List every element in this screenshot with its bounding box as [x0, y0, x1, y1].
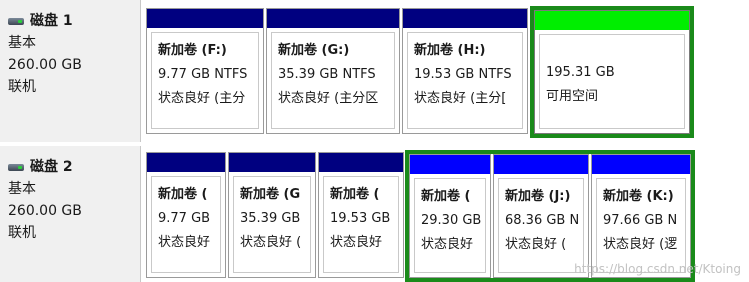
partition-status: 状态良好 ( — [505, 237, 567, 252]
partition-size: 19.53 GB — [330, 211, 391, 226]
partition-bar — [494, 155, 588, 174]
partition-size: 29.30 GB — [421, 213, 482, 228]
partition-status: 状态良好 — [158, 235, 211, 250]
partition-bar — [229, 153, 315, 172]
disk-1-label[interactable]: 磁盘 1 基本 260.00 GB 联机 — [0, 0, 141, 142]
free-size: 195.31 GB — [546, 65, 615, 80]
partition-status: 状态良好 — [421, 237, 474, 252]
partition-status: 状态良好 (主分[ — [414, 91, 507, 106]
partition-bar — [410, 155, 490, 174]
disk-title: 磁盘 2 — [30, 159, 73, 175]
disk-row-1: 磁盘 1 基本 260.00 GB 联机 新加卷 (F:) 9.77 GB NT… — [0, 0, 749, 142]
partition-size: 35.39 GB NTFS — [278, 67, 376, 82]
partition-f[interactable]: 新加卷 (F:) 9.77 GB NTFS 状态良好 (主分 — [146, 8, 264, 134]
disk-type: 基本 — [8, 181, 36, 197]
disk-title: 磁盘 1 — [30, 13, 73, 29]
partition-bar — [319, 153, 403, 172]
partition-name: 新加卷 (K:) — [603, 189, 674, 204]
partition-name: 新加卷 (G:) — [278, 43, 350, 58]
partition-h[interactable]: 新加卷 (H:) 19.53 GB NTFS 状态良好 (主分[ — [402, 8, 528, 134]
partition-logical-1[interactable]: 新加卷 ( 29.30 GB 状态良好 — [409, 154, 491, 278]
partition-size: 97.66 GB N — [603, 213, 678, 228]
partition-primary-2[interactable]: 新加卷 (G 35.39 GB 状态良好 ( — [228, 152, 316, 278]
partition-name: 新加卷 ( — [330, 187, 380, 202]
watermark: https://blog.csdn.net/Ktoing — [574, 262, 741, 276]
partition-status: 状态良好 (主分区 — [278, 91, 379, 106]
unallocated-space[interactable]: 195.31 GB 可用空间 — [534, 10, 690, 134]
free-bar — [535, 11, 689, 30]
disk-size: 260.00 GB — [8, 57, 82, 73]
partition-size: 68.36 GB N — [505, 213, 580, 228]
partition-k[interactable]: 新加卷 (K:) 97.66 GB N 状态良好 (逻 — [591, 154, 691, 278]
partition-status: 状态良好 ( — [240, 235, 302, 250]
partition-bar — [147, 153, 225, 172]
partition-g[interactable]: 新加卷 (G:) 35.39 GB NTFS 状态良好 (主分区 — [266, 8, 400, 134]
partition-name: 新加卷 ( — [421, 189, 471, 204]
partition-bar — [267, 9, 399, 28]
partition-primary-1[interactable]: 新加卷 ( 9.77 GB 状态良好 — [146, 152, 226, 278]
disk-icon — [8, 163, 24, 171]
disk-status: 联机 — [8, 79, 36, 95]
partition-primary-3[interactable]: 新加卷 ( 19.53 GB 状态良好 — [318, 152, 404, 278]
disk-type: 基本 — [8, 35, 36, 51]
free-label: 可用空间 — [546, 89, 599, 104]
partition-status: 状态良好 (主分 — [158, 91, 246, 106]
partition-size: 35.39 GB — [240, 211, 301, 226]
partition-j[interactable]: 新加卷 (J:) 68.36 GB N 状态良好 ( — [493, 154, 589, 278]
disk-size: 260.00 GB — [8, 203, 82, 219]
disk-icon — [8, 17, 24, 25]
partition-status: 状态良好 (逻 — [603, 237, 678, 252]
partition-size: 19.53 GB NTFS — [414, 67, 512, 82]
disk-status: 联机 — [8, 225, 36, 241]
partition-size: 9.77 GB NTFS — [158, 67, 248, 82]
partition-name: 新加卷 (J:) — [505, 189, 571, 204]
partition-name: 新加卷 (G — [240, 187, 301, 202]
partition-bar — [147, 9, 263, 28]
partition-bar — [403, 9, 527, 28]
partition-bar — [592, 155, 690, 174]
partition-name: 新加卷 ( — [158, 187, 208, 202]
partition-status: 状态良好 — [330, 235, 383, 250]
partition-size: 9.77 GB — [158, 211, 211, 226]
disk-2-label[interactable]: 磁盘 2 基本 260.00 GB 联机 — [0, 146, 141, 282]
partition-name: 新加卷 (H:) — [414, 43, 486, 58]
partition-name: 新加卷 (F:) — [158, 43, 227, 58]
